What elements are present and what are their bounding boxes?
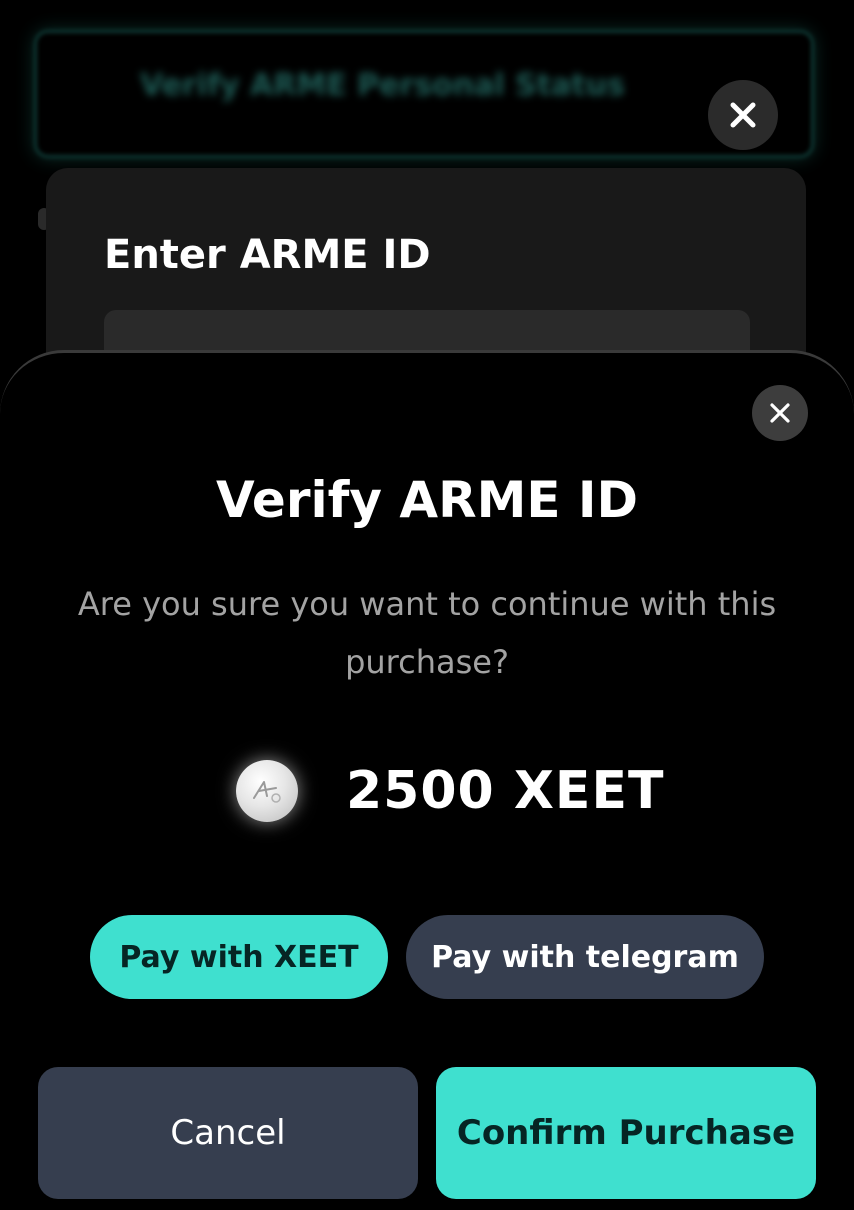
close-icon xyxy=(730,102,756,128)
confirm-question: Are you sure you want to continue with t… xyxy=(77,585,777,681)
verify-purchase-sheet: Verify ARME ID Are you sure you want to … xyxy=(0,350,854,1210)
background-close-button[interactable] xyxy=(708,80,778,150)
verify-status-banner-text: Verify ARME Personal Status xyxy=(140,68,625,103)
cancel-button[interactable]: Cancel xyxy=(38,1067,418,1199)
xeet-coin-icon xyxy=(236,760,298,822)
confirm-purchase-button[interactable]: Confirm Purchase xyxy=(436,1067,816,1199)
price-amount: 2500 XEET xyxy=(346,761,665,821)
sheet-title: Verify ARME ID xyxy=(215,471,639,529)
enter-id-title: Enter ARME ID xyxy=(104,232,431,278)
price-row: 2500 XEET xyxy=(236,753,664,829)
pay-with-xeet-button[interactable]: Pay with XEET xyxy=(90,915,388,999)
sheet-close-button[interactable] xyxy=(752,385,808,441)
pay-with-telegram-button[interactable]: Pay with telegram xyxy=(406,915,764,999)
close-icon xyxy=(770,403,790,423)
